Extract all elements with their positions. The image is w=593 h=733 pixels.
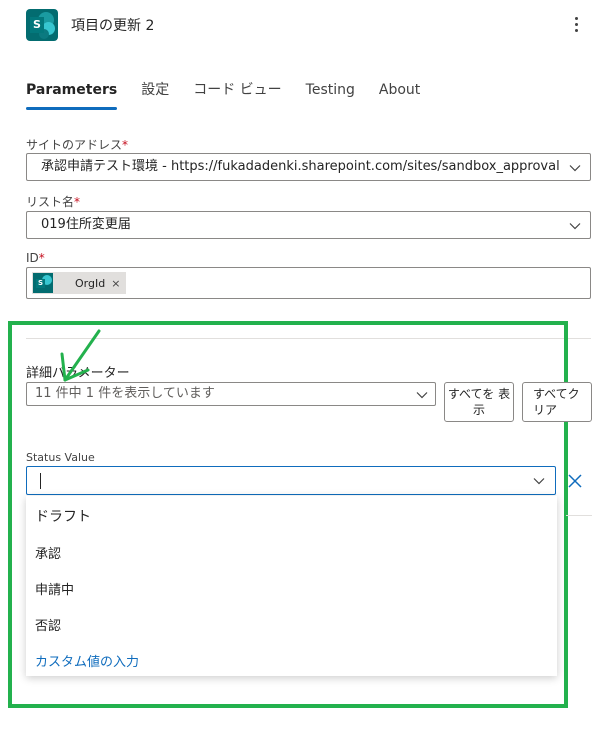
required-marker: * (122, 138, 129, 152)
token-remove-icon[interactable]: × (111, 277, 120, 290)
annotation-arrow-icon (60, 329, 101, 382)
custom-value-link[interactable]: カスタム値の入力 (35, 651, 139, 670)
id-label-text: ID (26, 251, 39, 265)
required-marker: * (74, 195, 81, 209)
option-rejected[interactable]: 否認 (35, 615, 61, 634)
dynamic-content-token[interactable]: S OrgId × (32, 272, 126, 294)
advanced-parameters-value: 11 件中 1 件を表示しています (35, 386, 215, 401)
more-options-icon[interactable] (566, 13, 586, 35)
list-name-dropdown[interactable]: 019住所変更届 (26, 211, 591, 239)
tab-about[interactable]: About (379, 80, 420, 112)
remove-parameter-icon[interactable] (567, 473, 583, 489)
list-name-label: リスト名* (26, 193, 80, 210)
chevron-down-icon[interactable] (533, 477, 545, 485)
clear-all-button[interactable]: すべてク リア (522, 382, 592, 422)
chevron-down-icon (416, 391, 428, 399)
text-cursor (40, 473, 41, 489)
site-address-label: サイトのアドレス* (26, 136, 128, 153)
status-value-label: Status Value (26, 451, 95, 464)
list-name-value: 019住所変更届 (41, 217, 131, 232)
card-header: S 項目の更新 2 (0, 0, 593, 50)
sharepoint-icon: S (26, 9, 58, 41)
site-address-value: 承認申請テスト環境 - https://fukadadenki.sharepoi… (41, 159, 560, 174)
option-approved[interactable]: 承認 (35, 543, 61, 562)
required-marker: * (38, 251, 45, 265)
tab-testing[interactable]: Testing (306, 80, 355, 112)
site-address-label-text: サイトのアドレス (26, 138, 123, 152)
tab-bar: Parameters 設定 コード ビュー Testing About (26, 80, 444, 112)
action-title[interactable]: 項目の更新 2 (71, 15, 154, 35)
option-pending[interactable]: 申請中 (35, 579, 74, 598)
id-label: ID* (26, 251, 45, 265)
token-label: OrgId (75, 276, 106, 290)
chevron-down-icon (569, 222, 581, 230)
row-divider (566, 515, 592, 516)
tab-parameters[interactable]: Parameters (26, 80, 118, 112)
option-draft[interactable]: ドラフト (35, 506, 91, 526)
status-value-options-list: ドラフト 承認 申請中 否認 カスタム値の入力 (26, 496, 557, 676)
site-address-dropdown[interactable]: 承認申請テスト環境 - https://fukadadenki.sharepoi… (26, 153, 591, 181)
tab-code-view[interactable]: コード ビュー (193, 80, 281, 112)
sharepoint-icon: S (33, 273, 53, 293)
show-all-button[interactable]: すべてを 表示 (444, 382, 514, 422)
chevron-down-icon (569, 164, 581, 172)
tab-settings[interactable]: 設定 (141, 80, 169, 112)
list-name-label-text: リスト名 (26, 195, 75, 209)
status-value-combobox[interactable] (26, 466, 556, 495)
